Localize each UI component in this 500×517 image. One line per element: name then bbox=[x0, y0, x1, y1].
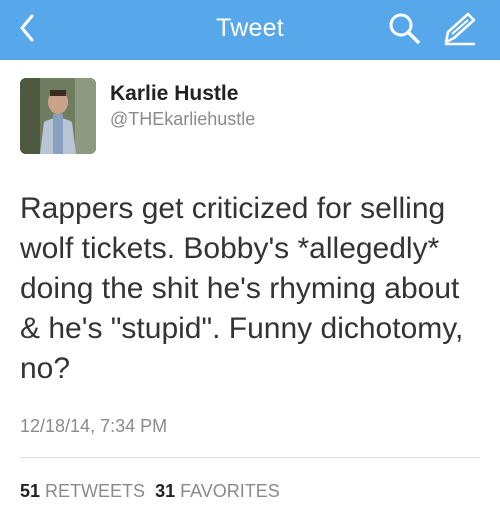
nav-title: Tweet bbox=[216, 14, 284, 42]
favorites-stat[interactable]: 31 FAVORITES bbox=[155, 481, 280, 501]
compose-icon[interactable] bbox=[440, 8, 480, 48]
retweets-label: RETWEETS bbox=[45, 481, 146, 501]
avatar[interactable] bbox=[20, 78, 96, 154]
top-nav-bar: Tweet bbox=[0, 0, 500, 60]
divider bbox=[20, 457, 480, 458]
author-name[interactable]: Karlie Hustle bbox=[110, 82, 238, 106]
favorites-count: 31 bbox=[155, 481, 176, 501]
retweets-count: 51 bbox=[20, 481, 41, 501]
retweets-stat[interactable]: 51 RETWEETS bbox=[20, 481, 145, 501]
favorites-label: FAVORITES bbox=[180, 481, 280, 501]
tweet-text: Rappers get criticized for selling wolf … bbox=[20, 192, 464, 385]
tweet-timestamp: 12/18/14, 7:34 PM bbox=[20, 416, 168, 436]
tweet-stats: 51 RETWEETS 31 FAVORITES bbox=[20, 481, 280, 502]
search-icon[interactable] bbox=[386, 10, 422, 46]
avatar-photo bbox=[20, 78, 96, 154]
author-handle[interactable]: @THEkarliehustle bbox=[110, 109, 255, 130]
